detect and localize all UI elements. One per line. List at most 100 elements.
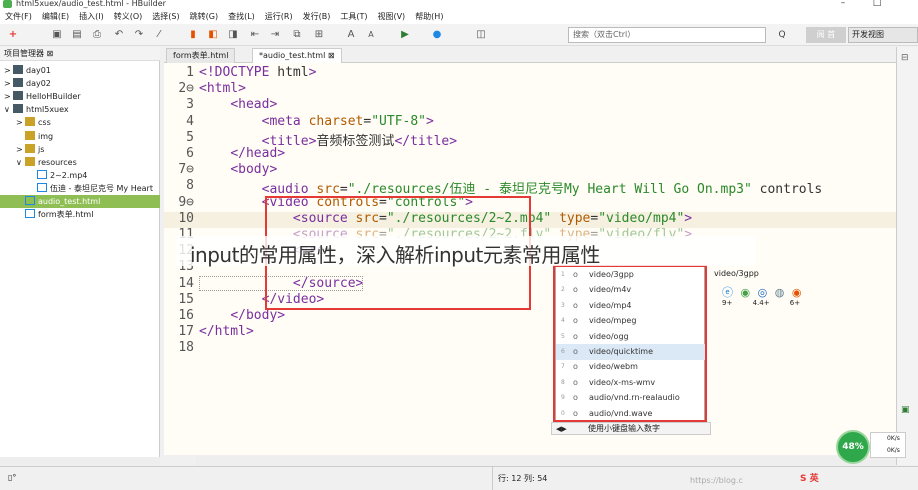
browser-icon[interactable]: ●	[430, 28, 444, 42]
tree-item[interactable]: > css	[0, 116, 160, 129]
compare-icon[interactable]: ⧉	[290, 28, 304, 42]
bookmark-icon[interactable]: ▮	[186, 28, 200, 42]
search-input[interactable]: 搜索（双击Ctrl）	[568, 27, 766, 43]
right-side-panel: ⊟ ▣	[896, 47, 918, 465]
view-mode-select[interactable]: 开发视图	[848, 27, 918, 43]
line-number: 5	[186, 129, 194, 145]
tree-item[interactable]: > HelloHBuilder	[0, 90, 160, 103]
panel-restore-icon[interactable]: ⊟	[901, 53, 909, 63]
line-number: 8	[186, 178, 194, 194]
code-line[interactable]: <html>	[199, 81, 246, 96]
line-number: 9⊖	[178, 194, 194, 210]
panel-file-icon[interactable]: ▣	[901, 405, 910, 415]
tree-item[interactable]: > js	[0, 143, 160, 156]
code-line[interactable]: <meta charset="UTF-8">	[199, 114, 434, 129]
editor-hscrollbar[interactable]	[196, 456, 896, 466]
project-icon	[13, 91, 23, 101]
redo-icon[interactable]: ↷	[132, 28, 146, 42]
print-icon[interactable]: ⎙	[90, 28, 104, 42]
preview-icon[interactable]: ◫	[474, 28, 488, 42]
menu-item[interactable]: 转义(O)	[109, 10, 148, 24]
search-icon[interactable]: Q	[768, 27, 796, 43]
menu-item[interactable]: 插入(I)	[74, 10, 109, 24]
forward-icon[interactable]: ⇥	[268, 28, 282, 42]
maximize-button[interactable]: □	[862, 0, 892, 10]
code-line[interactable]: <body>	[199, 162, 277, 177]
font-larger-icon[interactable]: A	[344, 28, 358, 42]
tree-item-label: html5xuex	[26, 105, 69, 115]
net-up: 0K/s	[887, 435, 900, 442]
next-icon[interactable]: ◨	[226, 28, 240, 42]
tree-expand-icon[interactable]: ∨	[4, 103, 13, 116]
code-line[interactable]: </head>	[199, 146, 285, 161]
outline-icon[interactable]: ⊞	[312, 28, 326, 42]
tree-item[interactable]: ∨ resources	[0, 156, 160, 169]
tree-expand-icon[interactable]: >	[4, 77, 13, 90]
menu-item[interactable]: 跳转(G)	[185, 10, 223, 24]
detail-title: video/3gpp	[714, 269, 759, 278]
menu-item[interactable]: 文件(F)	[0, 10, 37, 24]
project-panel-title: 项目管理器 ⊠	[0, 47, 160, 61]
file-icon	[37, 182, 47, 192]
annotation-box-autocomplete	[553, 265, 707, 422]
menu-item[interactable]: 查找(L)	[223, 10, 260, 24]
undo-icon[interactable]: ↶	[112, 28, 126, 42]
tree-item[interactable]: ∨ html5xuex	[0, 103, 160, 116]
code-line[interactable]: </body>	[199, 308, 285, 323]
format-icon[interactable]: ⁄	[152, 28, 166, 42]
menu-item[interactable]: 视图(V)	[372, 10, 410, 24]
browser-versions: 9+ 4.4+ 6+	[722, 299, 801, 307]
memory-percent-badge[interactable]: 48%	[836, 430, 870, 464]
line-number: 18	[178, 340, 194, 356]
tree-expand-icon[interactable]: >	[4, 90, 13, 103]
save-icon[interactable]: ▣	[50, 28, 64, 42]
code-line[interactable]: <!DOCTYPE html>	[199, 65, 316, 80]
tree-item[interactable]: > day02	[0, 77, 160, 90]
tree-expand-icon[interactable]: >	[16, 143, 25, 156]
view-toggle-button[interactable]: 阅 首	[806, 27, 846, 43]
tree-item-label: audio_test.html	[38, 197, 101, 206]
code-line[interactable]: </html>	[199, 324, 254, 339]
line-number: 3	[186, 97, 194, 113]
project-hscrollbar[interactable]	[0, 457, 160, 465]
ime-icon[interactable]: S 英	[800, 471, 819, 484]
line-number: 2⊖	[178, 81, 194, 97]
editor-tabs: form表单.html *audio_test.html ⊠	[164, 47, 918, 63]
menu-item[interactable]: 帮助(H)	[410, 10, 448, 24]
prev-icon[interactable]: ◧	[206, 28, 220, 42]
tab-form-html[interactable]: form表单.html	[166, 48, 236, 63]
font-smaller-icon[interactable]: A	[364, 28, 378, 42]
save-all-icon[interactable]: ▤	[70, 28, 84, 42]
tree-expand-icon[interactable]: >	[16, 116, 25, 129]
tree-item[interactable]: img	[0, 130, 160, 143]
tree-expand-icon[interactable]: >	[4, 64, 13, 77]
run-icon[interactable]: ▶	[398, 28, 412, 42]
tree-expand-icon[interactable]: ∨	[16, 156, 25, 169]
tree-item[interactable]: 2~2.mp4	[0, 169, 160, 182]
new-icon[interactable]: +	[6, 28, 20, 42]
minimize-button[interactable]: –	[828, 0, 858, 10]
tree-item[interactable]: audio_test.html	[0, 195, 160, 208]
tree-item[interactable]: > day01	[0, 64, 160, 77]
tree-item[interactable]: form表单.html	[0, 208, 160, 221]
file-icon	[37, 169, 47, 179]
play-icon[interactable]: ◀▶	[556, 423, 567, 435]
tab-audio-test[interactable]: *audio_test.html ⊠	[252, 48, 342, 63]
project-icon	[13, 65, 23, 74]
menu-item[interactable]: 发行(B)	[298, 10, 336, 24]
menu-item[interactable]: 编辑(E)	[37, 10, 74, 24]
menu-item[interactable]: 工具(T)	[335, 10, 372, 24]
line-number: 16	[178, 308, 194, 323]
browser-icons: ⓔ ◉ ◎ ◍ ◉	[722, 284, 801, 300]
network-speed: 0K/s 0K/s	[870, 432, 906, 458]
tree-item[interactable]: 伍迪 - 泰坦尼克号 My Heart	[0, 182, 160, 195]
tree-item-label: 2~2.mp4	[50, 170, 88, 180]
folder-icon	[25, 143, 35, 153]
status-left-icon: ▯°	[8, 473, 17, 482]
back-icon[interactable]: ⇤	[248, 28, 262, 42]
ie-icon: ⓔ	[722, 286, 733, 299]
code-line[interactable]: <head>	[199, 97, 277, 112]
menu-item[interactable]: 运行(R)	[260, 10, 298, 24]
tree-item-label: HelloHBuilder	[26, 92, 81, 102]
menu-item[interactable]: 选择(S)	[147, 10, 184, 24]
